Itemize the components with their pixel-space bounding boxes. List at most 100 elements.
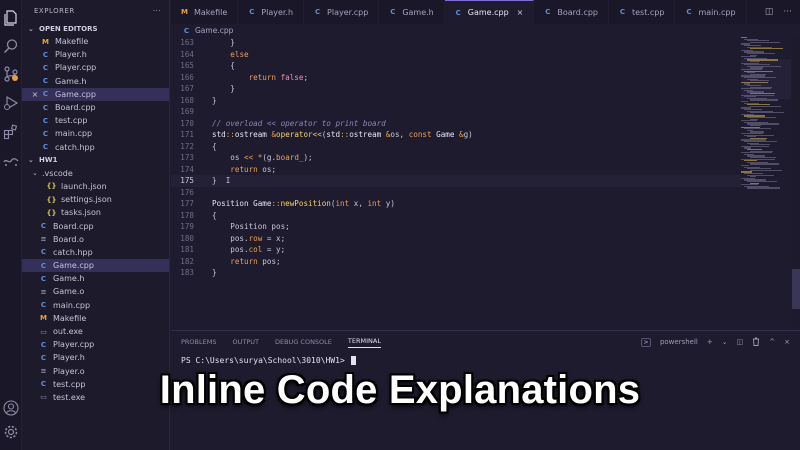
panel-tab-terminal[interactable]: TERMINAL [347, 337, 381, 348]
file-item[interactable]: ▭ out.exe [22, 325, 169, 338]
open-editor-item[interactable]: Cmain.cpp [22, 127, 169, 140]
open-editor-item[interactable]: C Player.cpp [22, 61, 169, 74]
search-icon[interactable] [3, 38, 19, 54]
open-editor-item[interactable]: × C Game.cpp [22, 87, 169, 101]
file-item[interactable]: {} launch.json [22, 180, 169, 193]
code-line[interactable]: 166 return false; [171, 72, 741, 84]
panel-tab-output[interactable]: OUTPUT [232, 338, 259, 346]
open-editors-section[interactable]: ⌄ OPEN EDITORS [22, 22, 169, 35]
terminal-output[interactable]: PS C:\Users\surya\School\3010\HW1> [171, 353, 800, 365]
file-item[interactable]: ≡ Board.o [22, 233, 169, 246]
code-line[interactable]: 180 pos.row = x; [171, 233, 741, 245]
run-debug-icon[interactable] [3, 95, 19, 111]
code-line[interactable]: 169 [171, 106, 741, 118]
tab-game-cpp[interactable]: C Game.cpp × [444, 0, 535, 24]
panel-tab-debug-console[interactable]: DEBUG CONSOLE [275, 338, 332, 346]
code-text: } [198, 96, 217, 105]
minimap[interactable] [741, 37, 791, 189]
file-item[interactable]: C Game.cpp [22, 259, 169, 273]
source-control-icon[interactable] [3, 66, 19, 82]
tab-makefile[interactable]: M Makefile [171, 0, 239, 24]
more-actions-icon[interactable]: ··· [783, 7, 792, 17]
code-line[interactable]: 183} [171, 267, 741, 279]
code-token: :: [225, 130, 235, 140]
code-line[interactable]: 178 { [171, 210, 741, 222]
json-file-icon: {} [46, 195, 57, 204]
code-token: } [212, 95, 217, 105]
tab-player-h[interactable]: C Player.h [238, 0, 305, 24]
code-token: ostream [349, 130, 382, 140]
file-item[interactable]: {} tasks.json [22, 206, 169, 219]
file-item[interactable]: {} settings.json [22, 193, 169, 206]
open-editor-item[interactable]: C Game.h [22, 75, 169, 88]
close-panel-icon[interactable]: × [784, 338, 790, 346]
file-item[interactable]: Cmain.cpp [22, 299, 169, 312]
file-item[interactable]: M Makefile [22, 312, 169, 325]
explorer-icon[interactable] [3, 10, 19, 26]
breadcrumb-file[interactable]: Game.cpp [195, 26, 233, 35]
open-editor-item[interactable]: Ccatch.hpp [22, 141, 169, 154]
code-token: pos. [212, 245, 249, 255]
chevron-down-icon[interactable]: ⌄ [722, 338, 728, 346]
scrollbar-thumb[interactable] [792, 269, 800, 309]
code-token: << [244, 153, 254, 163]
code-line[interactable]: 165 { [171, 60, 741, 72]
extensions-icon[interactable] [3, 124, 19, 140]
code-line[interactable]: 175} I [171, 175, 741, 187]
code-line[interactable]: 167 } [171, 83, 741, 95]
remote-explorer-icon[interactable] [3, 153, 19, 169]
split-terminal-icon[interactable]: ◫ [737, 338, 744, 346]
split-editor-icon[interactable]: ◫ [765, 7, 774, 17]
tab-game-h[interactable]: C Game.h [379, 0, 445, 24]
code-line[interactable]: 172 { [171, 141, 741, 153]
tab-label: main.cpp [698, 7, 736, 17]
explorer-more-icon[interactable]: ··· [153, 7, 161, 15]
open-editor-item[interactable]: M Makefile [22, 35, 169, 48]
executable-file-icon: ▭ [40, 327, 47, 336]
file-item[interactable]: C Board.cpp [22, 219, 169, 232]
file-item[interactable]: ≡ Game.o [22, 285, 169, 298]
code-line[interactable]: 182 return pos; [171, 256, 741, 268]
code-line[interactable]: 173 os << *(g.board_); [171, 152, 741, 164]
close-icon[interactable]: × [30, 90, 40, 99]
breadcrumb[interactable]: C Game.cpp [171, 24, 233, 37]
code-line[interactable]: 163 } [171, 37, 741, 49]
tab-test-cpp[interactable]: Ctest.cpp [609, 0, 676, 24]
code-line[interactable]: 168} [171, 95, 741, 107]
panel-tab-problems[interactable]: PROBLEMS [181, 338, 216, 346]
maximize-panel-icon[interactable]: ^ [769, 338, 775, 346]
manage-gear-icon[interactable] [3, 424, 19, 440]
trash-icon[interactable] [752, 337, 760, 348]
code-editor[interactable]: 163 } 164 else 165 {166 return false; 167 }… [171, 37, 741, 330]
tab-main-cpp[interactable]: Cmain.cpp [675, 0, 747, 24]
cpp-file-icon: C [545, 8, 551, 16]
add-terminal-icon[interactable]: + [707, 338, 713, 346]
code-line[interactable]: 174 return os; [171, 164, 741, 176]
code-line[interactable]: 171 std::ostream &operator<<(std::ostream… [171, 129, 741, 141]
file-item[interactable]: C Player.h [22, 351, 169, 364]
file-item[interactable]: C Game.h [22, 272, 169, 285]
code-token: board_ [276, 153, 304, 163]
tab-board-cpp[interactable]: C Board.cpp [534, 0, 609, 24]
terminal-icon: > [640, 337, 651, 347]
code-line[interactable]: 176 [171, 187, 741, 199]
code-line[interactable]: 164 else [171, 49, 741, 61]
shell-select[interactable]: powershell [660, 338, 698, 346]
project-section[interactable]: ⌄ HW1 [22, 154, 169, 167]
file-item[interactable]: Ccatch.hpp [22, 246, 169, 259]
cpp-file-icon: C [42, 129, 49, 138]
code-line[interactable]: 177 Position Game::newPosition(int x, int… [171, 198, 741, 210]
tab-player-cpp[interactable]: C Player.cpp [304, 0, 380, 24]
line-number: 166 [180, 72, 194, 82]
folder-vscode[interactable]: ⌄ .vscode [22, 167, 169, 180]
close-icon[interactable]: × [517, 8, 524, 17]
open-editor-item[interactable]: Ctest.cpp [22, 114, 169, 127]
code-line[interactable]: 170 // overload << operator to print boar… [171, 118, 741, 130]
file-item[interactable]: C Player.cpp [22, 338, 169, 351]
code-text: } [198, 84, 235, 93]
editor-scrollbar[interactable] [792, 37, 800, 330]
open-editor-item[interactable]: C Player.h [22, 48, 169, 61]
code-line[interactable]: 179 Position pos; [171, 221, 741, 233]
code-line[interactable]: 181 pos.col = y; [171, 244, 741, 256]
open-editor-item[interactable]: C Board.cpp [22, 101, 169, 114]
